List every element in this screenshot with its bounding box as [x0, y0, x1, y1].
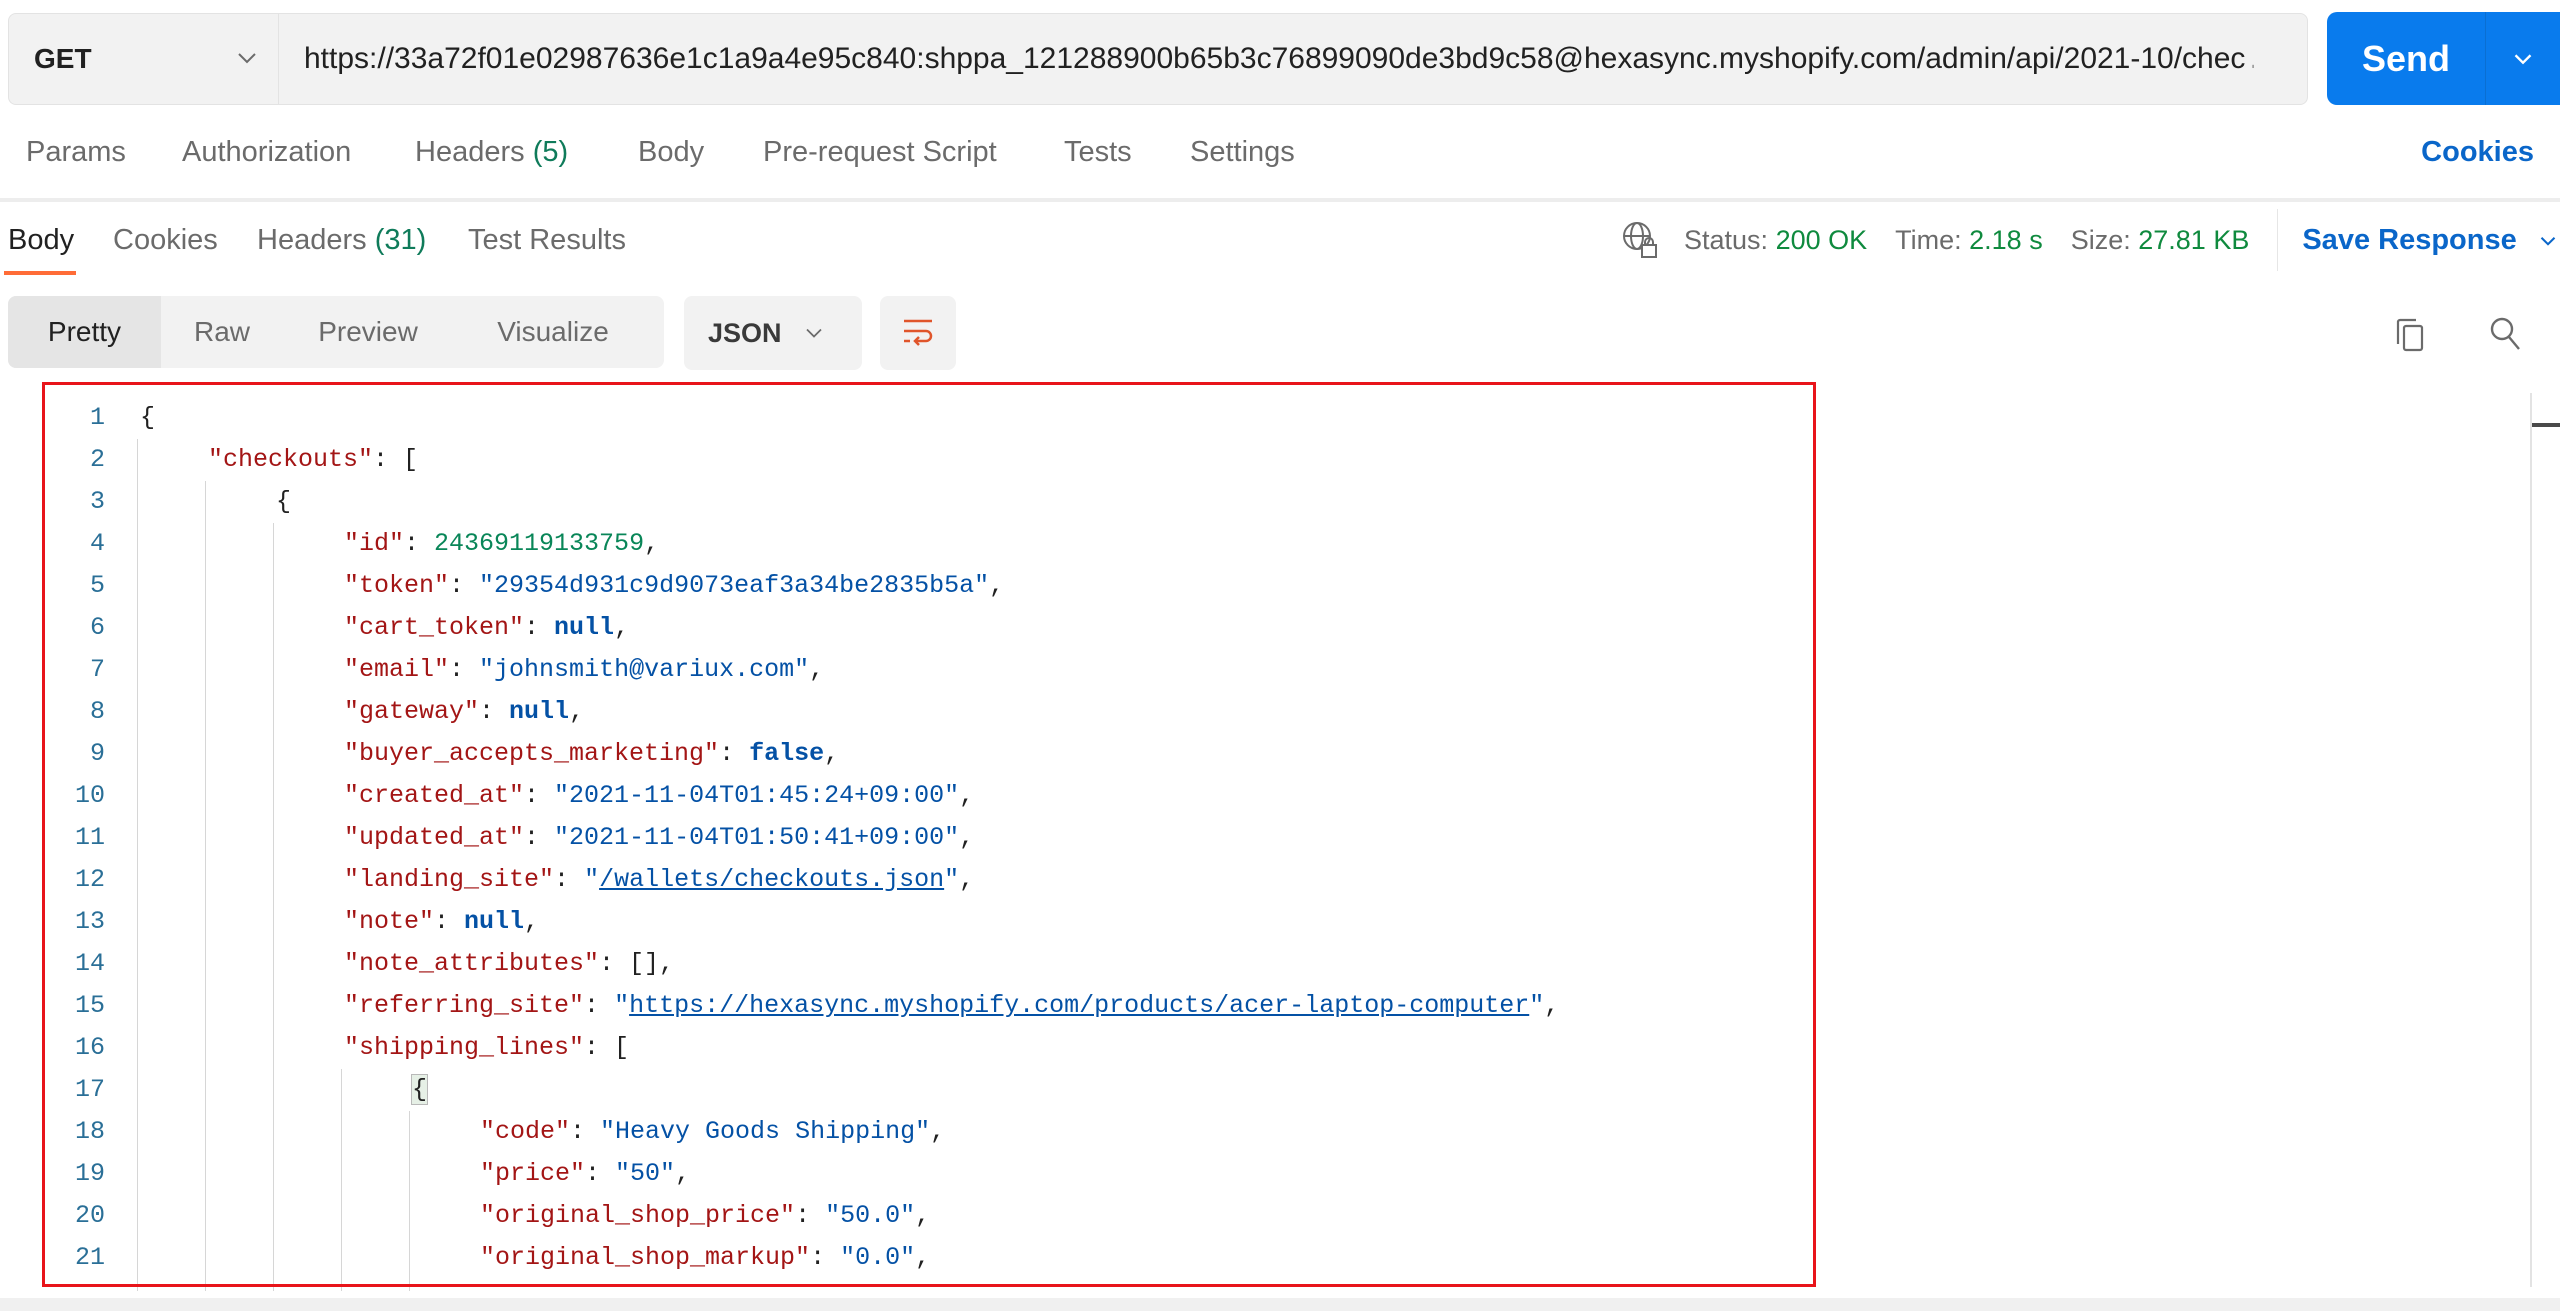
- tab-settings[interactable]: Settings: [1190, 136, 1295, 169]
- view-mode-group: Pretty Raw Preview Visualize: [8, 296, 664, 368]
- wrap-lines-button[interactable]: [880, 296, 956, 370]
- search-icon: [2490, 317, 2520, 350]
- highlight-box: [42, 382, 1816, 1287]
- tab-params[interactable]: Params: [26, 136, 126, 169]
- wrap-lines-icon: [904, 319, 933, 346]
- active-tab-indicator: [4, 271, 76, 275]
- method-label: GET: [34, 43, 92, 74]
- response-tab-cookies[interactable]: Cookies: [113, 224, 218, 257]
- search-button[interactable]: [2484, 312, 2528, 361]
- size-label: Size:: [2070, 224, 2131, 255]
- response-tab-test-results[interactable]: Test Results: [468, 224, 626, 257]
- tab-body[interactable]: Body: [638, 136, 704, 169]
- chevron-down-icon: [2514, 53, 2532, 64]
- save-response-button[interactable]: Save Response: [2302, 224, 2560, 257]
- tab-pre-request-script[interactable]: Pre-request Script: [763, 136, 997, 169]
- tab-tests[interactable]: Tests: [1064, 136, 1132, 169]
- url-input[interactable]: https://33a72f01e02987636e1c1a9a4e95c840…: [278, 13, 2308, 105]
- send-button-group: Send: [2327, 12, 2560, 105]
- copy-button[interactable]: [2390, 314, 2432, 361]
- response-meta: Status: 200 OK Time: 2.18 s Size: 27.81 …: [1620, 209, 2560, 271]
- format-label: JSON: [708, 317, 782, 348]
- view-pretty-button[interactable]: Pretty: [8, 296, 161, 368]
- bottom-bar: [0, 1298, 2560, 1311]
- request-tabs: Params Authorization Headers (5) Body Pr…: [0, 136, 2560, 186]
- status-value[interactable]: 200 OK: [1776, 225, 1868, 256]
- response-tab-headers[interactable]: Headers (31): [257, 224, 426, 257]
- tab-authorization[interactable]: Authorization: [182, 136, 351, 169]
- globe-lock-icon[interactable]: [1620, 219, 1662, 261]
- view-visualize-button[interactable]: Visualize: [453, 296, 653, 368]
- chevron-down-icon: [238, 53, 256, 64]
- chevron-down-icon: [805, 328, 822, 338]
- size-value[interactable]: 27.81 KB: [2138, 225, 2249, 256]
- response-headers-count: (31): [374, 224, 427, 256]
- view-preview-button[interactable]: Preview: [283, 296, 453, 368]
- separator: [2277, 209, 2279, 271]
- cookies-link[interactable]: Cookies: [2421, 136, 2534, 169]
- response-tab-body[interactable]: Body: [8, 224, 74, 257]
- time-value[interactable]: 2.18 s: [1969, 225, 2043, 256]
- status-label: Status:: [1684, 224, 1769, 255]
- pane-divider[interactable]: [0, 198, 2560, 202]
- send-button[interactable]: Send: [2327, 12, 2486, 105]
- view-raw-button[interactable]: Raw: [161, 296, 283, 368]
- url-text: https://33a72f01e02987636e1c1a9a4e95c840…: [304, 42, 2246, 75]
- tab-headers[interactable]: Headers (5): [415, 136, 568, 169]
- send-options-button[interactable]: [2486, 12, 2560, 105]
- copy-icon: [2396, 318, 2424, 352]
- method-select[interactable]: GET: [8, 13, 278, 105]
- time-label: Time:: [1895, 224, 1962, 255]
- headers-count: (5): [532, 136, 569, 168]
- format-select[interactable]: JSON: [684, 296, 862, 370]
- editor-overview-ruler[interactable]: [2530, 393, 2560, 1287]
- scroll-position-marker[interactable]: [2532, 423, 2560, 427]
- chevron-down-icon: [2540, 236, 2556, 246]
- url-ellipsis: ...: [2249, 42, 2254, 75]
